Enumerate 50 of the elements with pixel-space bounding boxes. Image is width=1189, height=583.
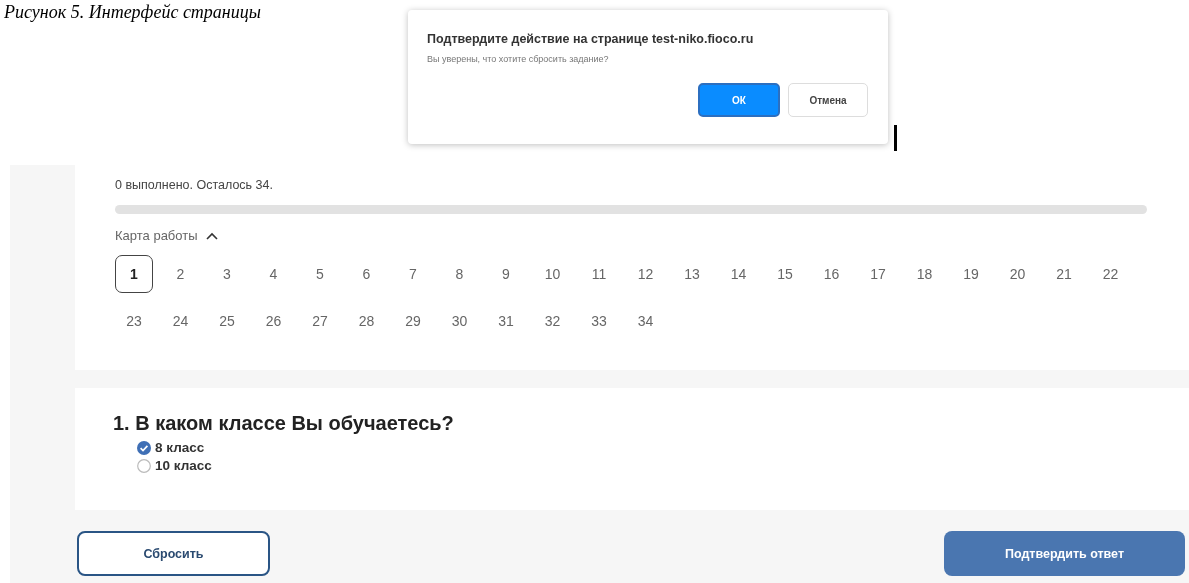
figure-caption: Рисунок 5. Интерфейс страницы [3,1,262,23]
question-number[interactable]: 5 [301,255,339,293]
question-number[interactable]: 20 [998,255,1037,293]
question-title: 1. В каком классе Вы обучаетесь? [113,412,455,435]
question-number[interactable]: 6 [347,255,386,293]
question-number[interactable]: 8 [440,255,479,293]
radio-button[interactable] [137,458,151,473]
question-number[interactable]: 14 [719,255,758,293]
question-number[interactable]: 19 [952,255,990,293]
dialog-title: Подтвердите действие на странице test-niko.fioco.ru [427,32,755,46]
question-number[interactable]: 29 [394,302,432,340]
question-number[interactable]: 34 [626,302,665,340]
question-number[interactable]: 2 [161,255,200,293]
question-number[interactable]: 31 [487,302,525,340]
question-number[interactable]: 30 [440,302,479,340]
question-number[interactable]: 15 [766,255,804,293]
ok-button[interactable]: ОК [698,83,780,117]
answer-option[interactable]: 10 класс [137,458,1189,473]
question-number[interactable]: 25 [208,302,246,340]
question-number[interactable]: 28 [347,302,386,340]
question-number[interactable]: 16 [812,255,851,293]
reset-button[interactable]: Сбросить [77,531,270,576]
chevron-icon[interactable] [205,231,218,240]
question-number[interactable]: 32 [533,302,572,340]
text-cursor [894,125,897,151]
question-number[interactable]: 3 [208,255,246,293]
question-number[interactable]: 33 [580,302,618,340]
work-map-label: Карта работы [115,228,198,243]
question-number[interactable]: 13 [673,255,711,293]
question-number[interactable]: 23 [115,302,153,340]
question-number[interactable]: 7 [394,255,432,293]
question-number[interactable]: 26 [254,302,293,340]
progress-text: 0 выполнено. Осталось 34. [115,178,274,192]
question-number[interactable]: 11 [580,255,618,293]
question-number[interactable]: 17 [859,255,897,293]
question-number[interactable]: 24 [161,302,200,340]
dialog-message: Вы уверены, что хотите сбросить задание? [427,54,610,64]
question-number[interactable]: 18 [905,255,944,293]
question-number[interactable]: 21 [1045,255,1083,293]
answer-option[interactable]: 8 класс [137,440,1189,455]
confirm-button[interactable]: Подтвердить ответ [944,531,1185,576]
radio-button[interactable] [137,440,151,455]
cancel-button[interactable]: Отмена [788,83,868,117]
question-number[interactable]: 12 [626,255,665,293]
question-number[interactable]: 22 [1091,255,1130,293]
question-number[interactable]: 1 [115,255,153,293]
question-number[interactable]: 4 [254,255,293,293]
question-number[interactable]: 10 [533,255,572,293]
question-number[interactable]: 9 [487,255,525,293]
question-number[interactable]: 27 [301,302,339,340]
